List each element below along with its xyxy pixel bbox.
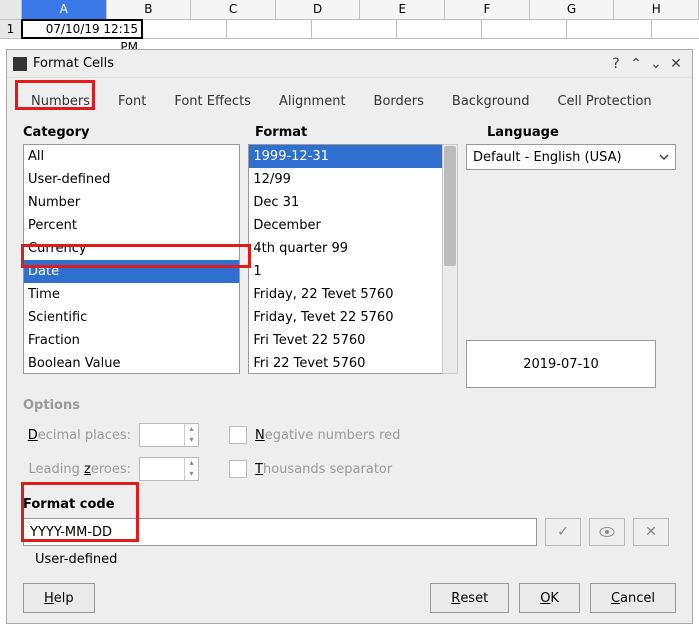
tab-borders[interactable]: Borders: [360, 86, 438, 117]
reset-button[interactable]: Reset: [430, 583, 509, 613]
category-listbox[interactable]: All User-defined Number Percent Currency…: [23, 144, 240, 374]
tab-alignment[interactable]: Alignment: [265, 86, 360, 117]
sheet-row-1: 1 07/10/19 12:15 PM: [0, 20, 699, 39]
category-item[interactable]: Currency: [24, 237, 239, 260]
eye-icon: [599, 526, 615, 538]
tab-numbers[interactable]: Numbers: [17, 86, 104, 117]
app-icon: [13, 57, 27, 71]
col-head-b[interactable]: B: [107, 0, 192, 19]
category-item[interactable]: Scientific: [24, 306, 239, 329]
cell-d1[interactable]: [312, 20, 397, 38]
userdefined-hint: User-defined: [23, 546, 676, 567]
tabs: Numbers Font Font Effects Alignment Bord…: [7, 78, 692, 117]
col-head-d[interactable]: D: [276, 0, 361, 19]
category-item[interactable]: Number: [24, 191, 239, 214]
cancel-button[interactable]: Cancel: [590, 583, 676, 613]
format-item[interactable]: December: [249, 214, 447, 237]
options-title: Options: [23, 398, 676, 413]
format-cells-dialog: Format Cells ? ⌃ ⌄ ✕ Numbers Font Font E…: [6, 49, 693, 624]
leading-zeroes-label: Leading zeroes:: [23, 462, 131, 477]
format-label: Format: [255, 125, 487, 140]
language-value: Default - English (USA): [473, 150, 622, 165]
column-headers: A B C D E F G H: [0, 0, 699, 20]
shade-up-button[interactable]: ⌃: [626, 56, 646, 72]
col-head-h[interactable]: H: [614, 0, 699, 19]
format-item[interactable]: 12/99: [249, 168, 447, 191]
shade-down-button[interactable]: ⌄: [646, 56, 666, 72]
category-item[interactable]: All: [24, 145, 239, 168]
decimal-places-label: Decimal places:: [23, 428, 131, 443]
tab-font-effects[interactable]: Font Effects: [160, 86, 265, 117]
category-item[interactable]: Time: [24, 283, 239, 306]
decimal-places-spin: ▴▾: [139, 423, 199, 447]
col-head-a[interactable]: A: [22, 0, 107, 19]
format-item[interactable]: 1: [249, 260, 447, 283]
format-preview: 2019-07-10: [466, 340, 656, 388]
format-item[interactable]: 4th quarter 99: [249, 237, 447, 260]
cell-b1[interactable]: [142, 20, 227, 38]
col-head-c[interactable]: C: [191, 0, 276, 19]
format-item[interactable]: Fri 22 Tevet 5760: [249, 352, 447, 374]
category-label: Category: [23, 125, 255, 140]
leading-zeroes-spin: ▴▾: [139, 457, 199, 481]
help-button[interactable]: Help: [23, 583, 95, 613]
format-listbox[interactable]: 1999-12-31 12/99 Dec 31 December 4th qua…: [248, 144, 448, 374]
thousands-sep-label: Thousands separator: [255, 462, 392, 477]
category-item[interactable]: Percent: [24, 214, 239, 237]
tab-font[interactable]: Font: [104, 86, 160, 117]
format-code-delete-button[interactable]: ✕: [633, 518, 669, 546]
category-item[interactable]: Fraction: [24, 329, 239, 352]
language-label: Language: [487, 125, 559, 140]
format-code-title: Format code: [23, 497, 676, 512]
col-head-g[interactable]: G: [530, 0, 615, 19]
row-head-1[interactable]: 1: [0, 20, 22, 38]
cell-e1[interactable]: [397, 20, 482, 38]
dialog-title: Format Cells: [33, 56, 606, 71]
tab-background[interactable]: Background: [438, 86, 544, 117]
col-head-e[interactable]: E: [360, 0, 445, 19]
help-titlebar-button[interactable]: ?: [606, 56, 626, 72]
thousands-sep-checkbox: [229, 460, 247, 478]
category-item[interactable]: Boolean Value: [24, 352, 239, 374]
negative-red-checkbox: [229, 426, 247, 444]
col-head-f[interactable]: F: [445, 0, 530, 19]
format-item[interactable]: Friday, 22 Tevet 5760: [249, 283, 447, 306]
cell-a1[interactable]: 07/10/19 12:15 PM: [22, 20, 142, 38]
tab-cell-protection[interactable]: Cell Protection: [543, 86, 665, 117]
scrollbar-thumb[interactable]: [444, 146, 456, 266]
format-item[interactable]: Friday, Tevet 22 5760: [249, 306, 447, 329]
cell-g1[interactable]: [567, 20, 652, 38]
negative-red-label: Negative numbers red: [255, 428, 400, 443]
cell-c1[interactable]: [227, 20, 312, 38]
category-item[interactable]: User-defined: [24, 168, 239, 191]
cell-f1[interactable]: [482, 20, 567, 38]
language-select[interactable]: Default - English (USA): [466, 144, 676, 170]
category-item-date[interactable]: Date: [24, 260, 239, 283]
format-code-input[interactable]: [23, 518, 537, 546]
format-code-comment-button[interactable]: [589, 518, 625, 546]
format-item[interactable]: Fri Tevet 22 5760: [249, 329, 447, 352]
format-scrollbar[interactable]: [442, 144, 458, 374]
select-all-corner[interactable]: [0, 0, 22, 19]
format-code-apply-button[interactable]: ✓: [545, 518, 581, 546]
close-button[interactable]: ✕: [666, 56, 686, 72]
titlebar[interactable]: Format Cells ? ⌃ ⌄ ✕: [7, 50, 692, 78]
chevron-down-icon: [659, 152, 669, 162]
ok-button[interactable]: OK: [519, 583, 580, 613]
format-item[interactable]: Dec 31: [249, 191, 447, 214]
format-item[interactable]: 1999-12-31: [249, 145, 447, 168]
